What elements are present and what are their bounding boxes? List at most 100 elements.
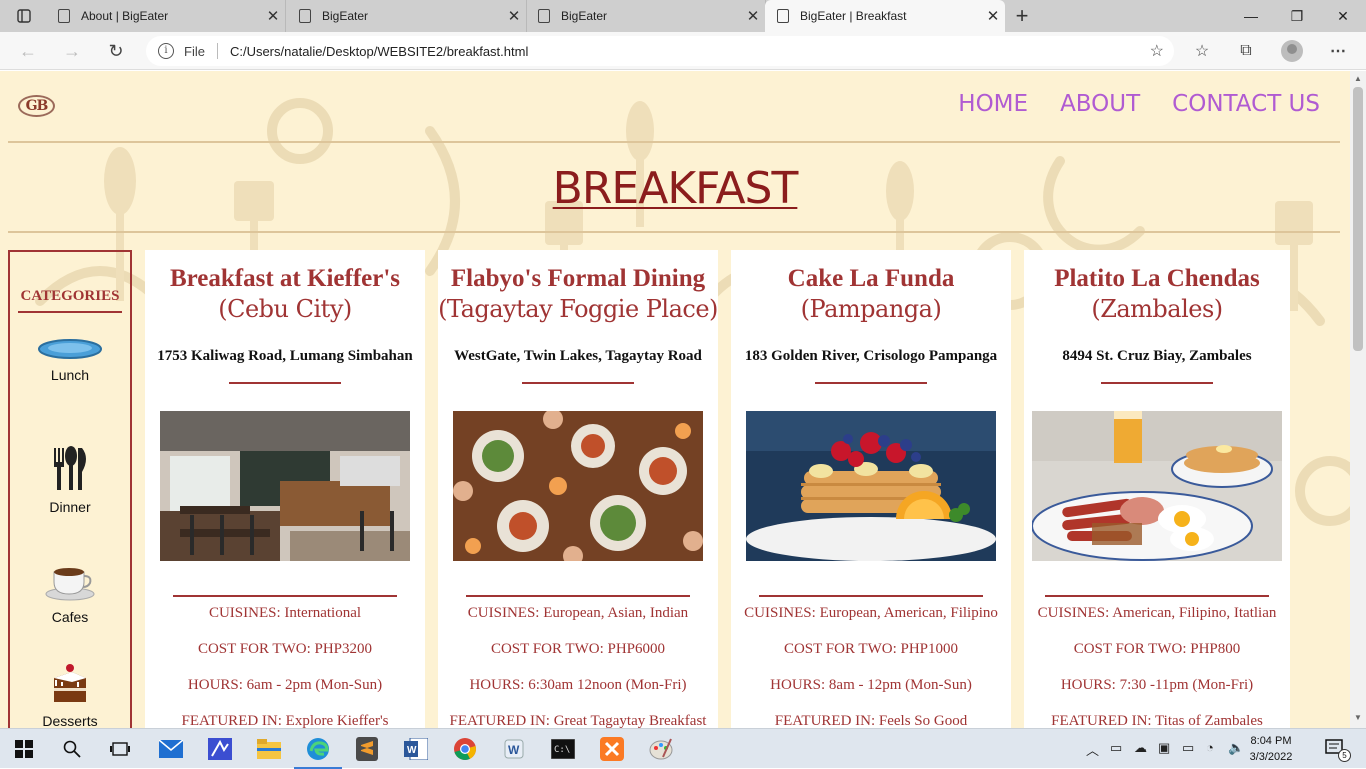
start-icon[interactable]: [10, 735, 38, 763]
restaurant-card: Platito La Chendas (Zambales) 8494 St. C…: [1024, 250, 1290, 728]
nav-contact-link[interactable]: CONTACT US: [1172, 91, 1320, 117]
featured-text: FEATURED IN: Feels So Good: [774, 713, 968, 728]
tab-close-icon[interactable]: ✕: [502, 7, 526, 25]
cuisines-text: CUISINES: International: [208, 605, 362, 621]
tab-actions-icon[interactable]: [10, 4, 38, 28]
restaurant-card: Flabyo's Formal Dining (Tagaytay Foggie …: [438, 250, 718, 728]
scroll-down-icon[interactable]: ▼: [1354, 713, 1362, 722]
address-separator: [216, 43, 218, 59]
tab-title: BigEater | Breakfast: [800, 9, 907, 23]
minimize-icon[interactable]: —: [1228, 0, 1274, 32]
xampp-icon[interactable]: [598, 735, 626, 763]
tab-close-icon[interactable]: ✕: [261, 7, 285, 25]
page-icon: [58, 9, 70, 23]
tray-overflow-icon[interactable]: ︿: [1086, 740, 1099, 759]
site-nav: HOME ABOUT CONTACT US: [958, 91, 1320, 117]
tab-close-icon[interactable]: ✕: [981, 7, 1005, 25]
category-cafes[interactable]: Cafes: [10, 562, 130, 625]
svg-text:W: W: [407, 745, 417, 756]
restaurant-name[interactable]: Flabyo's Formal Dining: [438, 265, 718, 293]
task-view-icon[interactable]: [106, 735, 134, 763]
tab-close-icon[interactable]: ✕: [741, 7, 765, 25]
browser-toolbar: ← → ↻ i File C:/Users/natalie/Desktop/WE…: [0, 32, 1366, 70]
collections-icon[interactable]: ⧉: [1233, 40, 1259, 62]
cake-icon: [54, 664, 86, 702]
restaurant-address: WestGate, Twin Lakes, Tagaytay Road: [454, 348, 702, 364]
restore-icon[interactable]: ❐: [1274, 0, 1320, 32]
restaurant-name[interactable]: Cake La Funda: [731, 265, 1011, 293]
mail-icon[interactable]: [157, 735, 185, 763]
profile-avatar[interactable]: [1281, 40, 1303, 62]
app-shortcut-icon[interactable]: W: [500, 735, 528, 763]
new-tab-icon[interactable]: +: [1010, 3, 1034, 29]
close-window-icon[interactable]: ✕: [1320, 0, 1366, 32]
word-icon[interactable]: W: [402, 735, 430, 763]
restaurant-location: (Tagaytay Foggie Place): [438, 295, 718, 323]
nav-about-link[interactable]: ABOUT: [1060, 91, 1140, 117]
volume-icon[interactable]: 🔈: [1228, 740, 1244, 756]
title-divider: [8, 231, 1340, 233]
edge-icon[interactable]: [294, 735, 342, 769]
back-icon[interactable]: ←: [14, 38, 42, 64]
hours-text: HOURS: 6am - 2pm (Mon-Sun): [187, 677, 383, 693]
category-dinner[interactable]: Dinner: [10, 444, 130, 515]
sublime-icon[interactable]: [353, 735, 381, 763]
tab-about[interactable]: About | BigEater ✕: [46, 0, 286, 32]
restaurant-interior-photo: [160, 411, 410, 561]
search-icon[interactable]: [58, 735, 86, 763]
more-menu-icon[interactable]: ⋯: [1325, 40, 1351, 62]
favorites-icon[interactable]: ☆: [1189, 40, 1215, 62]
page-scrollbar[interactable]: ▲ ▼: [1350, 71, 1366, 728]
paint-icon[interactable]: [647, 735, 675, 763]
card-divider: [229, 382, 341, 384]
onedrive-icon[interactable]: ☁: [1134, 740, 1147, 756]
system-clock[interactable]: 8:04 PM 3/3/2022: [1246, 733, 1296, 765]
chrome-icon[interactable]: [451, 735, 479, 763]
info-icon[interactable]: i: [158, 43, 174, 59]
page-icon: [299, 9, 311, 23]
tab-bigeater-2[interactable]: BigEater ✕: [526, 0, 766, 32]
cost-text: COST FOR TWO: PHP1000: [783, 641, 959, 657]
battery-icon[interactable]: ▭: [1182, 740, 1194, 756]
cost-text: COST FOR TWO: PHP3200: [197, 641, 373, 657]
category-label: Desserts: [42, 713, 98, 728]
nav-home-link[interactable]: HOME: [958, 91, 1028, 117]
breakfast-platter-photo: [1032, 411, 1282, 561]
card-divider: [466, 595, 690, 597]
address-bar[interactable]: i File C:/Users/natalie/Desktop/WEBSITE2…: [146, 36, 1174, 66]
card-divider: [522, 382, 634, 384]
notification-center-icon[interactable]: 5: [1322, 735, 1351, 763]
category-lunch[interactable]: Lunch: [10, 338, 130, 383]
category-label: Lunch: [50, 367, 90, 383]
cutlery-icon: [54, 446, 86, 490]
wifi-icon[interactable]: ◔: [1206, 740, 1214, 755]
url-text[interactable]: C:/Users/natalie/Desktop/WEBSITE2/breakf…: [230, 44, 528, 59]
restaurant-name[interactable]: Breakfast at Kieffer's: [145, 265, 425, 293]
scroll-up-icon[interactable]: ▲: [1354, 74, 1362, 83]
meet-now-icon[interactable]: ▭: [1110, 740, 1122, 756]
restaurant-address: 1753 Kaliwag Road, Lumang Simbahan: [157, 348, 413, 364]
page-viewport: GB HOME ABOUT CONTACT US BREAKFAST CATEG…: [0, 71, 1350, 728]
forward-icon[interactable]: →: [58, 38, 86, 64]
app-icon[interactable]: [206, 735, 234, 763]
terminal-icon[interactable]: C:\: [549, 735, 577, 763]
tab-title: About | BigEater: [81, 9, 169, 23]
notification-badge: 5: [1338, 749, 1351, 762]
featured-text: FEATURED IN: Great Tagaytay Breakfast: [449, 713, 707, 728]
tray-device-icon[interactable]: ▣: [1158, 740, 1170, 756]
plate-icon: [38, 339, 102, 359]
categories-sidebar: CATEGORIES Lunch Dinner Cafes Desserts: [8, 250, 132, 728]
scrollbar-thumb[interactable]: [1353, 87, 1363, 351]
site-logo[interactable]: GB: [18, 95, 55, 117]
tab-breakfast[interactable]: BigEater | Breakfast ✕: [765, 0, 1005, 32]
tab-bigeater-1[interactable]: BigEater ✕: [287, 0, 527, 32]
category-desserts[interactable]: Desserts: [10, 662, 130, 728]
card-divider: [815, 382, 927, 384]
restaurant-name[interactable]: Platito La Chendas: [1024, 265, 1290, 293]
file-explorer-icon[interactable]: [255, 735, 283, 763]
browser-tab-bar: About | BigEater ✕ BigEater ✕ BigEater ✕…: [0, 0, 1366, 32]
add-favorite-icon[interactable]: ☆: [1150, 41, 1164, 61]
refresh-icon[interactable]: ↻: [102, 38, 130, 64]
shared-table-food-photo: [453, 411, 703, 561]
featured-text: FEATURED IN: Explore Kieffer's: [181, 713, 389, 728]
